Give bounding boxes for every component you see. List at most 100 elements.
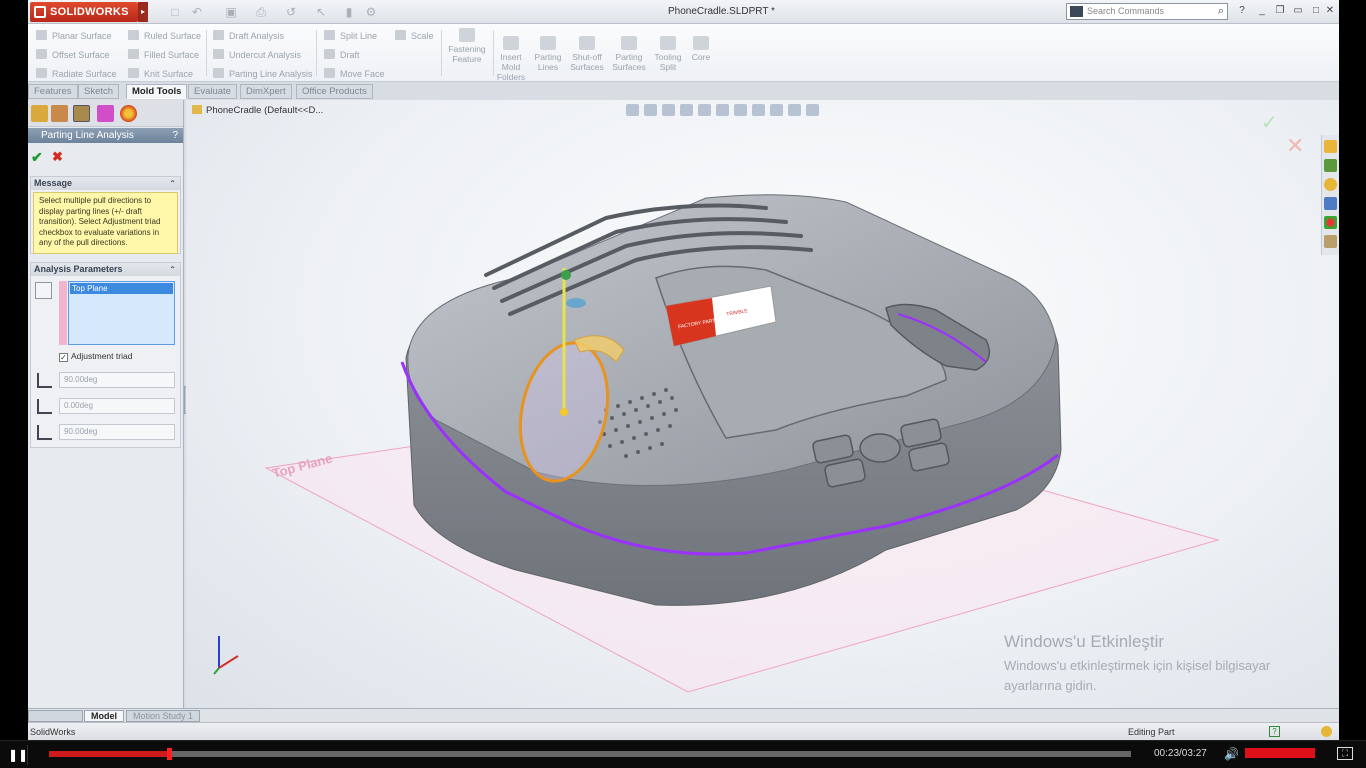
display-style-icon[interactable] — [716, 104, 729, 116]
feature-tree-root[interactable]: PhoneCradle (Default<<D... — [192, 105, 323, 116]
zoom-area-icon[interactable] — [644, 104, 657, 116]
ruled-surface-button[interactable]: Ruled Surface — [128, 30, 201, 41]
quick-tips-icon[interactable]: ? — [1269, 726, 1280, 737]
configuration-manager-icon[interactable] — [73, 105, 90, 122]
list-item[interactable]: Top Plane — [70, 283, 173, 294]
radiate-surface-button[interactable]: Radiate Surface — [36, 68, 117, 79]
search-commands-input[interactable]: Search Commands ⌕ — [1066, 3, 1228, 20]
confirmation-ok-icon[interactable]: ✓ — [1261, 110, 1278, 135]
tab-motion-study-1[interactable]: Motion Study 1 — [126, 710, 201, 722]
pause-button[interactable]: ❚❚ — [8, 745, 28, 765]
select-icon[interactable]: ↖ — [314, 5, 328, 19]
cancel-x-icon[interactable]: ✖ — [52, 149, 63, 165]
save-icon[interactable]: ▣ — [224, 5, 238, 19]
design-library-icon[interactable] — [1324, 159, 1337, 172]
tab-sketch[interactable]: Sketch — [78, 84, 120, 99]
seek-bar[interactable] — [49, 748, 1131, 760]
custom-properties-icon[interactable] — [1324, 235, 1337, 248]
hide-show-icon[interactable] — [734, 104, 747, 116]
help-icon[interactable]: ? — [1236, 5, 1248, 17]
new-icon[interactable]: □ — [168, 5, 182, 19]
undercut-analysis-button[interactable]: Undercut Analysis — [213, 49, 301, 60]
view-palette-icon[interactable] — [1324, 197, 1337, 210]
fullscreen-icon[interactable]: ⛶ — [1337, 747, 1353, 760]
maximize-button[interactable]: □ — [1310, 5, 1322, 17]
section-view-icon[interactable] — [680, 104, 693, 116]
seek-handle[interactable] — [167, 748, 173, 760]
knit-surface-button[interactable]: Knit Surface — [128, 68, 193, 79]
confirmation-cancel-icon[interactable]: ✕ — [1286, 133, 1304, 159]
close-button[interactable]: ✕ — [1324, 5, 1336, 17]
zoom-to-fit-icon[interactable] — [626, 104, 639, 116]
shut-off-surfaces-button[interactable]: Shut-off Surfaces — [568, 36, 606, 72]
volume-slider[interactable] — [1245, 748, 1315, 758]
appearances-icon[interactable] — [1324, 216, 1337, 229]
file-explorer-icon[interactable] — [1324, 178, 1337, 191]
print-icon[interactable]: ⎙ — [254, 5, 268, 19]
checkbox-icon[interactable]: ✓ — [59, 353, 68, 362]
help-button[interactable]: ? — [172, 128, 178, 143]
tab-features[interactable]: Features — [28, 84, 78, 99]
doc-restore-button[interactable]: ▭ — [1292, 5, 1304, 17]
insert-mold-folders-button[interactable]: Insert Mold Folders — [496, 36, 526, 82]
fastening-feature-button[interactable]: Fastening Feature — [445, 28, 489, 64]
draft-analysis-button[interactable]: Draft Analysis — [213, 30, 284, 41]
minimize-button[interactable]: _ — [1256, 5, 1268, 17]
realview-icon[interactable] — [806, 104, 819, 116]
view-orientation-icon[interactable] — [698, 104, 711, 116]
ok-check-icon[interactable]: ✔ — [31, 149, 43, 166]
tooling-split-button[interactable]: Tooling Split — [652, 36, 684, 72]
tab-scroll-arrows[interactable] — [28, 710, 83, 722]
menu-arrow-icon[interactable]: ▸ — [138, 2, 148, 22]
model-canvas[interactable]: Top Plane FACTORY PART TRIMBLE — [186, 100, 1339, 708]
message-header[interactable]: Message ⌃ — [31, 177, 180, 190]
rebuild-icon[interactable]: ▮ — [342, 5, 356, 19]
draft-button[interactable]: Draft — [324, 49, 360, 60]
offset-surface-button[interactable]: Offset Surface — [36, 49, 109, 60]
options-icon[interactable]: ⚙ — [364, 5, 378, 19]
tab-evaluate[interactable]: Evaluate — [188, 84, 237, 99]
selection-color-swatch — [59, 281, 67, 345]
tab-office-products[interactable]: Office Products — [296, 84, 373, 99]
property-manager-icon[interactable] — [51, 105, 68, 122]
parting-line-analysis-button[interactable]: Parting Line Analysis — [213, 68, 313, 79]
solidworks-logo[interactable]: SOLIDWORKS — [30, 2, 138, 22]
parting-surfaces-button[interactable]: Parting Surfaces — [610, 36, 648, 72]
apply-scene-icon[interactable] — [770, 104, 783, 116]
angle-x-field[interactable]: 90.00deg — [59, 372, 175, 388]
dimxpert-manager-icon[interactable] — [97, 105, 114, 122]
angle-z-field[interactable]: 90.00deg — [59, 424, 175, 440]
adjustment-triad-checkbox[interactable]: ✓ Adjustment triad — [59, 351, 132, 362]
previous-view-icon[interactable] — [662, 104, 675, 116]
volume-icon[interactable]: 🔊 — [1224, 747, 1239, 761]
core-button[interactable]: Core — [688, 36, 714, 62]
feature-manager-icon[interactable] — [31, 105, 48, 122]
edit-appearance-icon[interactable] — [752, 104, 765, 116]
analysis-parameters-header[interactable]: Analysis Parameters ⌃ — [31, 263, 180, 276]
search-mode-icon[interactable] — [1070, 6, 1083, 17]
display-manager-icon[interactable] — [120, 105, 137, 122]
parting-lines-button[interactable]: Parting Lines — [532, 36, 564, 72]
split-line-button[interactable]: Split Line — [324, 30, 377, 41]
resources-icon[interactable] — [1324, 140, 1337, 153]
scale-button[interactable]: Scale — [395, 30, 434, 41]
view-settings-icon[interactable] — [788, 104, 801, 116]
planar-surface-button[interactable]: Planar Surface — [36, 30, 112, 41]
angle-y-field[interactable]: 0.00deg — [59, 398, 175, 414]
pull-direction-icon[interactable] — [35, 282, 52, 299]
collapse-icon[interactable]: ⌃ — [169, 177, 176, 190]
collapse-icon[interactable]: ⌃ — [169, 263, 176, 276]
filled-surface-button[interactable]: Filled Surface — [128, 49, 199, 60]
tab-mold-tools[interactable]: Mold Tools — [126, 84, 188, 99]
move-face-button[interactable]: Move Face — [324, 68, 385, 79]
restore-button[interactable]: ❐ — [1274, 5, 1286, 17]
graphics-area[interactable]: Top Plane FACTORY PART TRIMBLE PhoneCrad… — [186, 100, 1339, 708]
tab-model[interactable]: Model — [84, 710, 124, 722]
open-icon[interactable]: ↶ — [190, 5, 204, 19]
button-label: Undercut Analysis — [229, 50, 302, 60]
search-icon[interactable]: ⌕ — [1218, 4, 1224, 19]
tab-dimxpert[interactable]: DimXpert — [240, 84, 292, 99]
pull-direction-list[interactable]: Top Plane — [68, 281, 175, 345]
undo-icon[interactable]: ↺ — [284, 5, 298, 19]
rebuild-status-icon[interactable] — [1321, 726, 1332, 737]
